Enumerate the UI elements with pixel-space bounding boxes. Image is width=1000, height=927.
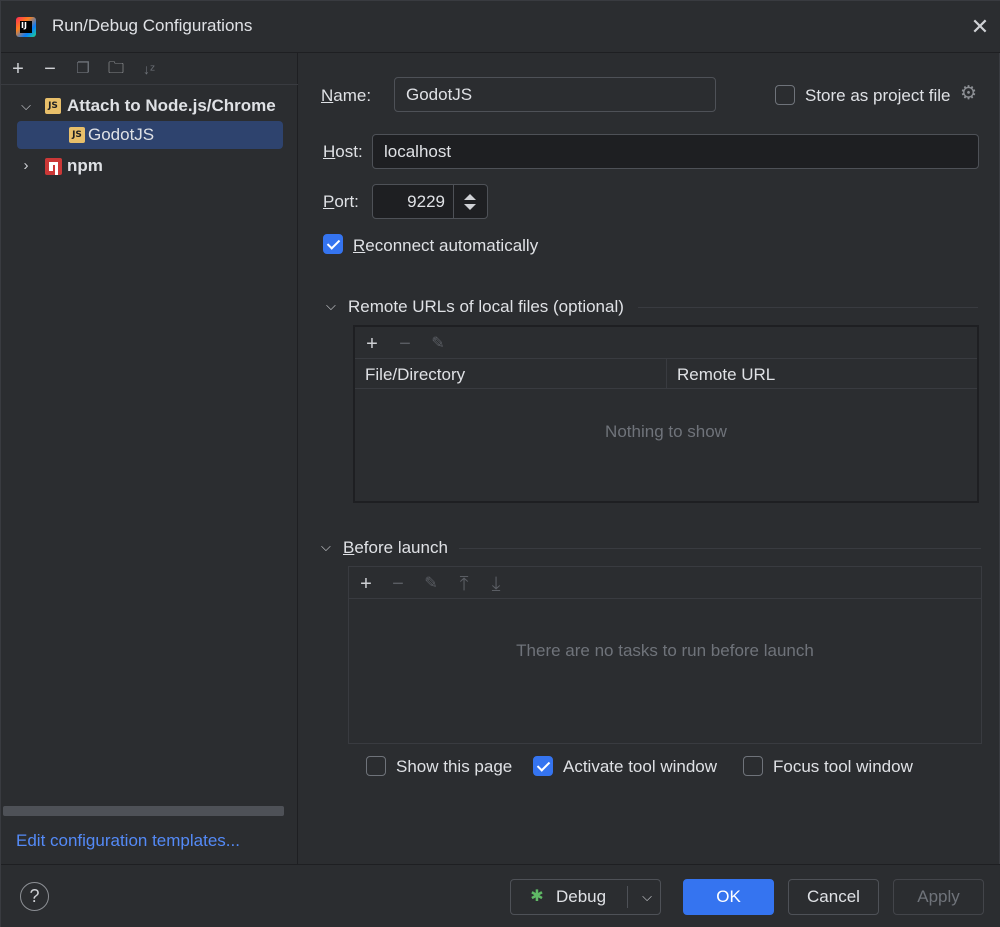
sort-icon[interactable]: ↓ᶻ [137,57,161,81]
js-icon: JS [45,98,61,114]
reconnect-checkbox[interactable] [323,234,343,254]
ok-button[interactable]: OK [683,879,774,915]
gear-icon[interactable]: ⚙ [960,84,980,104]
before-launch-title: Before launch [343,538,448,557]
activate-window-label: Activate tool window [563,757,718,776]
remove-config-icon[interactable]: − [38,57,62,81]
edit-icon[interactable]: ✎ [420,573,442,595]
chevron-right-icon[interactable]: › [19,152,33,180]
before-launch-panel: + − ✎ ⤒ ⤓ There are no tasks to run befo… [348,566,982,744]
host-input[interactable] [372,134,979,169]
remote-urls-title: Remote URLs of local files (optional) [348,297,624,316]
tree-item-attach-node[interactable]: ⌵ JS Attach to Node.js/Chrome [19,92,294,120]
add-config-icon[interactable]: + [6,57,30,81]
tree-item-label: npm [67,156,103,175]
cancel-button[interactable]: Cancel [788,879,879,915]
edit-templates-link[interactable]: Edit configuration templates... [16,831,240,851]
config-sidebar: + − ❐ 🗀 ↓ᶻ ⌵ JS Attach to Node.js/Chrome… [1,53,298,864]
port-value[interactable]: 9229 [407,185,445,218]
store-project-checkbox[interactable] [775,85,795,105]
move-up-icon[interactable]: ⤒ [453,573,475,595]
column-header-remote-url[interactable]: Remote URL [667,358,977,389]
section-divider [459,548,981,549]
spin-down-icon[interactable] [464,204,476,210]
sidebar-scrollbar[interactable] [3,806,284,816]
reconnect-label: Reconnect automatically [353,236,539,255]
split-divider [627,886,628,908]
empty-tasks-text: There are no tasks to run before launch [516,641,814,660]
remove-icon[interactable]: − [394,333,416,355]
name-label: Name: [321,86,372,105]
section-divider [638,307,978,308]
window-title: Run/Debug Configurations [52,16,253,35]
chevron-down-icon[interactable]: ⌵ [326,298,336,314]
empty-table-text: Nothing to show [605,422,727,441]
jetbrains-app-icon: IJ [16,17,36,37]
port-label: Port: [323,192,359,211]
port-stepper[interactable]: 9229 [372,184,488,219]
focus-window-label: Focus tool window [773,757,913,776]
remove-icon[interactable]: − [387,573,409,595]
store-project-label: Store as project file [805,86,951,105]
edit-icon[interactable]: ✎ [427,333,449,355]
js-icon: JS [69,127,85,143]
activate-window-checkbox[interactable] [533,756,553,776]
copy-config-icon[interactable]: ❐ [71,57,95,81]
tree-item-godotjs[interactable]: JS GodotJS [17,121,283,149]
tree-item-label: GodotJS [88,125,155,144]
show-page-label: Show this page [396,757,513,776]
chevron-down-icon[interactable]: ⌵ [321,539,331,555]
apply-button[interactable]: Apply [893,879,984,915]
chevron-down-icon[interactable]: ⌵ [19,92,33,120]
sidebar-toolbar: + − ❐ 🗀 ↓ᶻ [1,53,298,85]
debug-split-button[interactable]: ✱ Debug ⌵ [510,879,661,915]
move-down-icon[interactable]: ⤓ [485,573,507,595]
run-debug-dialog: IJ Run/Debug Configurations ✕ + − ❐ 🗀 ↓ᶻ… [0,0,1000,927]
toolbar-divider [349,598,981,599]
npm-icon [45,158,62,175]
new-folder-icon[interactable]: 🗀 [104,57,128,81]
bug-icon: ✱ [530,888,544,905]
remote-urls-table: + − ✎ File/Directory Remote URL Nothing … [353,325,979,503]
help-icon[interactable]: ? [20,882,49,911]
chevron-down-icon[interactable]: ⌵ [637,880,657,914]
port-spin-buttons[interactable] [453,185,487,218]
focus-window-checkbox[interactable] [743,756,763,776]
add-icon[interactable]: + [355,573,377,595]
tree-item-npm[interactable]: › npm [19,152,294,180]
add-icon[interactable]: + [361,333,383,355]
column-header-file[interactable]: File/Directory [355,358,667,389]
spin-up-icon[interactable] [464,194,476,200]
tree-item-label: Attach to Node.js/Chrome [67,96,276,115]
title-bar: IJ Run/Debug Configurations ✕ [1,1,1000,53]
name-input[interactable] [394,77,716,112]
close-icon[interactable]: ✕ [967,15,993,41]
debug-button-label[interactable]: Debug [556,880,606,914]
show-page-checkbox[interactable] [366,756,386,776]
host-label: Host: [323,142,363,161]
